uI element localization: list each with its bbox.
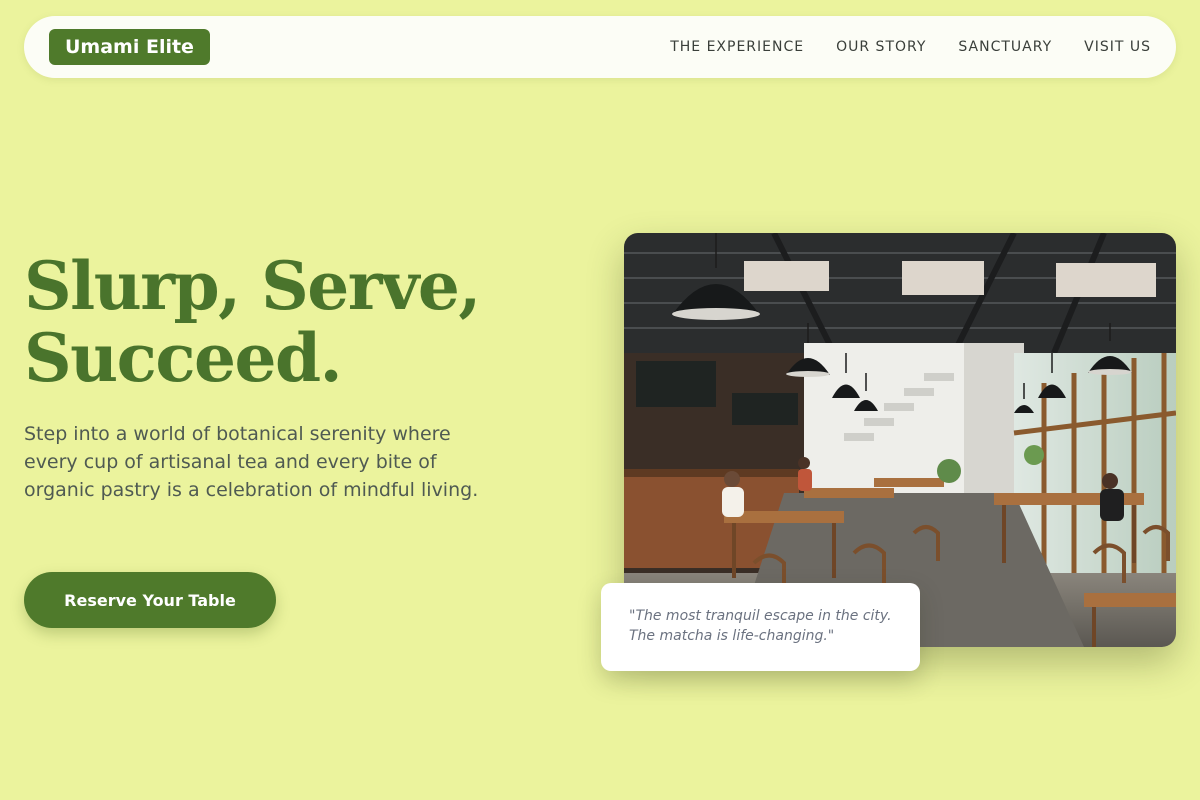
testimonial-quote: "The most tranquil escape in the city. T… [629,608,892,644]
testimonial-card: "The most tranquil escape in the city. T… [601,583,920,671]
nav-link-sanctuary[interactable]: SANCTUARY [958,39,1052,55]
main-nav: THE EXPERIENCE OUR STORY SANCTUARY VISIT… [638,16,1151,78]
nav-link-experience[interactable]: THE EXPERIENCE [670,39,804,55]
nav-link-visit-us[interactable]: VISIT US [1084,39,1151,55]
hero-title-line-1: Slurp, Serve, [24,247,481,325]
hero-title-line-2: Succeed. [24,319,343,397]
logo[interactable]: Umami Elite [49,29,210,65]
nav-link-our-story[interactable]: OUR STORY [836,39,926,55]
site-header: Umami Elite THE EXPERIENCE OUR STORY SAN… [24,16,1176,78]
reserve-table-button[interactable]: Reserve Your Table [24,572,276,628]
hero-title: Slurp, Serve, Succeed. [24,250,544,394]
hero-description: Step into a world of botanical serenity … [24,423,479,501]
